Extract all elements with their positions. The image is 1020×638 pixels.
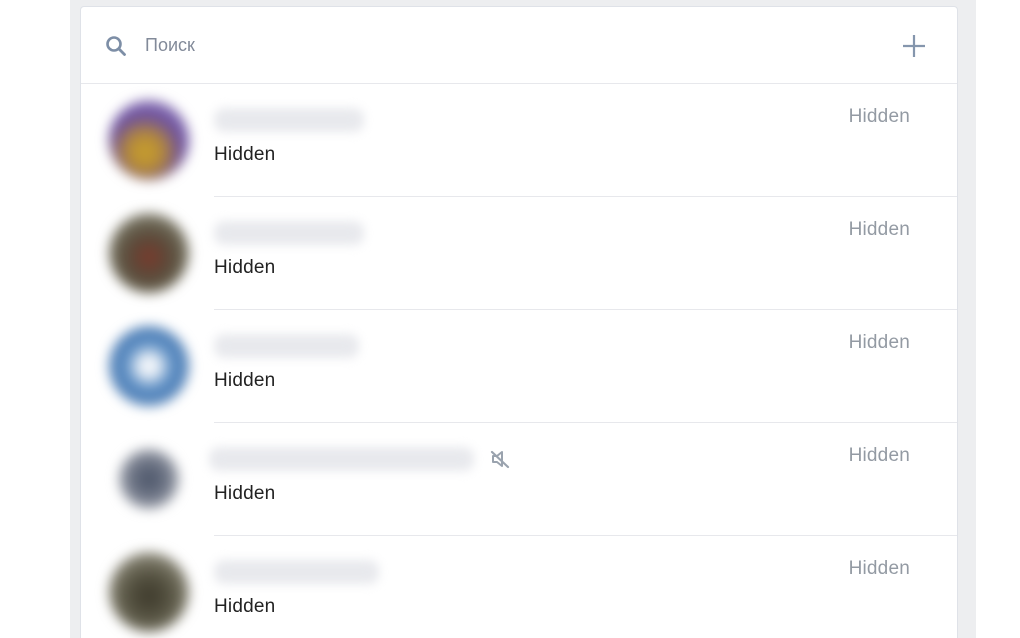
message-date: Hidden xyxy=(848,332,910,353)
contact-name-hidden xyxy=(214,334,359,358)
dialog-item[interactable]: Hidden Hidden xyxy=(81,310,957,423)
message-date: Hidden xyxy=(848,558,910,579)
muted-speaker-icon xyxy=(489,448,511,470)
search-input[interactable] xyxy=(145,31,845,59)
avatar xyxy=(109,213,189,293)
last-message: Hidden xyxy=(214,257,276,278)
dialogs-panel: Hidden Hidden Hidden Hidden Hidden Hidde… xyxy=(80,6,958,638)
avatar xyxy=(109,552,189,632)
dialog-list: Hidden Hidden Hidden Hidden Hidden Hidde… xyxy=(81,84,957,638)
last-message: Hidden xyxy=(214,370,276,391)
avatar xyxy=(109,326,189,406)
last-message: Hidden xyxy=(214,483,276,504)
dialog-item[interactable]: Hidden Hidden xyxy=(81,197,957,310)
plus-icon xyxy=(903,35,925,57)
message-date: Hidden xyxy=(848,106,910,127)
contact-name-hidden xyxy=(214,560,379,584)
last-message: Hidden xyxy=(214,144,276,165)
dialog-item[interactable]: Hidden Hidden xyxy=(81,423,957,536)
message-date: Hidden xyxy=(848,445,910,466)
dialog-item[interactable]: Hidden Hidden xyxy=(81,536,957,638)
search-bar xyxy=(81,7,957,84)
contact-name-hidden xyxy=(214,108,364,132)
avatar xyxy=(109,100,189,180)
add-dialog-button[interactable] xyxy=(901,33,927,59)
contact-name-hidden xyxy=(214,221,364,245)
messenger-page: Hidden Hidden Hidden Hidden Hidden Hidde… xyxy=(0,0,1020,638)
contact-name-hidden xyxy=(209,447,474,471)
message-date: Hidden xyxy=(848,219,910,240)
search-icon[interactable] xyxy=(105,35,127,57)
last-message: Hidden xyxy=(214,596,276,617)
avatar xyxy=(119,449,179,509)
dialog-item[interactable]: Hidden Hidden xyxy=(81,84,957,197)
